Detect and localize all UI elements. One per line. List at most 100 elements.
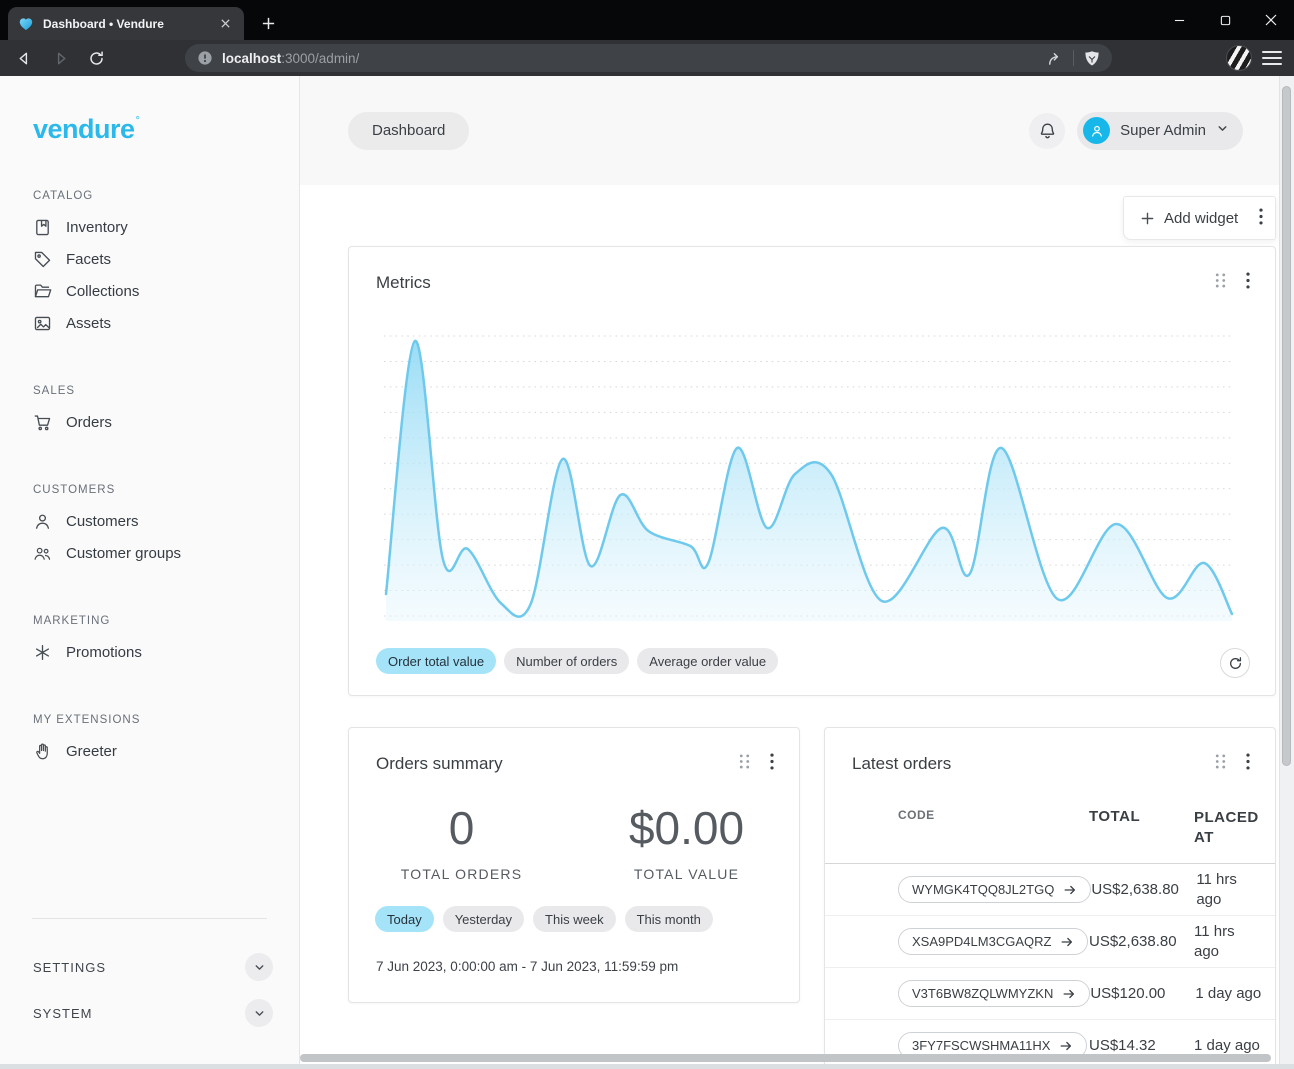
- widget-menu-kebab-icon[interactable]: [770, 753, 774, 775]
- window-bottom-edge: [0, 1064, 1294, 1069]
- add-widget-kebab-icon[interactable]: [1259, 208, 1263, 229]
- close-window-button[interactable]: [1248, 0, 1294, 40]
- filter-pill-order-total-value[interactable]: Order total value: [376, 648, 496, 674]
- date-range-text: 7 Jun 2023, 0:00:00 am - 7 Jun 2023, 11:…: [376, 959, 678, 974]
- sidebar-section-my-extensions: MY EXTENSIONS Greeter: [33, 714, 271, 767]
- drag-handle-icon[interactable]: [1214, 753, 1227, 775]
- widget-title: Orders summary: [376, 754, 738, 774]
- notifications-button[interactable]: [1029, 113, 1065, 149]
- user-name: Super Admin: [1120, 122, 1206, 139]
- site-info-icon[interactable]: [197, 50, 213, 66]
- sidebar-item-assets[interactable]: Assets: [33, 307, 271, 339]
- section-label: CUSTOMERS: [33, 484, 271, 496]
- sidebar-item-customer-groups[interactable]: Customer groups: [33, 537, 271, 569]
- order-link[interactable]: WYMGK4TQQ8JL2TGQ: [898, 876, 1091, 903]
- vertical-scrollbar-thumb[interactable]: [1282, 86, 1291, 766]
- sidebar-item-orders[interactable]: Orders: [33, 406, 271, 438]
- section-label: MY EXTENSIONS: [33, 714, 271, 726]
- orders-icon: [33, 413, 52, 432]
- chevron-down-icon: [1216, 122, 1229, 140]
- sidebar-section-catalog: CATALOG Inventory Facets Collections Ass…: [33, 190, 271, 339]
- browser-tab[interactable]: Dashboard • Vendure: [8, 7, 244, 40]
- widget-menu-kebab-icon[interactable]: [1246, 272, 1250, 294]
- customer-groups-icon: [33, 544, 52, 563]
- forward-button[interactable]: [44, 42, 76, 74]
- add-widget-button[interactable]: Add widget: [1123, 196, 1276, 240]
- sidebar-item-inventory[interactable]: Inventory: [33, 211, 271, 243]
- app-shell: vendure° CATALOG Inventory Facets Collec…: [0, 76, 1294, 1069]
- order-code: WYMGK4TQQ8JL2TGQ: [912, 882, 1054, 897]
- breadcrumb[interactable]: Dashboard: [348, 112, 469, 150]
- column-header-total: TOTAL: [1089, 808, 1194, 825]
- share-icon[interactable]: [1046, 50, 1063, 67]
- filter-pill-average-order-value[interactable]: Average order value: [637, 648, 778, 674]
- metrics-chart: [384, 331, 1234, 621]
- filter-pill-yesterday[interactable]: Yesterday: [443, 906, 524, 932]
- sidebar-item-label: Collections: [66, 283, 139, 300]
- horizontal-scrollbar-thumb[interactable]: [300, 1054, 1271, 1062]
- sidebar-section-marketing: MARKETING Promotions: [33, 615, 271, 668]
- tab-close-icon[interactable]: [216, 15, 234, 33]
- sidebar: vendure° CATALOG Inventory Facets Collec…: [0, 76, 300, 1069]
- filter-pill-today[interactable]: Today: [375, 906, 434, 932]
- chevron-down-icon[interactable]: [245, 953, 273, 981]
- sidebar-item-label: Facets: [66, 251, 111, 268]
- filter-pill-number-of-orders[interactable]: Number of orders: [504, 648, 629, 674]
- brave-shield-icon[interactable]: [1084, 50, 1100, 67]
- filter-pill-this-month[interactable]: This month: [625, 906, 713, 932]
- add-widget-label: Add widget: [1164, 210, 1238, 227]
- refresh-icon: [1228, 656, 1243, 671]
- vendure-logo[interactable]: vendure°: [33, 106, 271, 144]
- new-tab-button[interactable]: [254, 10, 282, 36]
- sidebar-section-customers: CUSTOMERS Customers Customer groups: [33, 484, 271, 569]
- order-total: US$2,638.80: [1091, 881, 1196, 898]
- sidebar-item-label: Orders: [66, 414, 112, 431]
- horizontal-scrollbar[interactable]: [300, 1052, 1279, 1064]
- browser-profile-avatar[interactable]: [1226, 45, 1252, 71]
- inventory-icon: [33, 218, 52, 237]
- refresh-button[interactable]: [1220, 648, 1250, 678]
- order-placed-at: 1 day ago: [1195, 984, 1275, 1004]
- sidebar-item-greeter[interactable]: Greeter: [33, 735, 271, 767]
- user-avatar: [1083, 117, 1110, 144]
- sidebar-item-label: Assets: [66, 315, 111, 332]
- sidebar-divider: [32, 918, 267, 919]
- sidebar-item-collections[interactable]: Collections: [33, 275, 271, 307]
- table-row: V3T6BW8ZQLWMYZKN US$120.00 1 day ago: [825, 968, 1275, 1020]
- sidebar-item-customers[interactable]: Customers: [33, 505, 271, 537]
- browser-menu-icon[interactable]: [1262, 47, 1282, 69]
- sidebar-item-promotions[interactable]: Promotions: [33, 636, 271, 668]
- url-host: localhost: [222, 51, 281, 66]
- stat-total-value: $0.00 TOTAL VALUE: [574, 803, 799, 882]
- order-total: US$120.00: [1090, 985, 1195, 1002]
- arrow-right-icon: [1063, 883, 1077, 897]
- main-content: Dashboard Super Admin: [300, 76, 1279, 1069]
- minimize-button[interactable]: [1156, 0, 1202, 40]
- stat-total-orders: 0 TOTAL ORDERS: [349, 803, 574, 882]
- widget-menu-kebab-icon[interactable]: [1246, 753, 1250, 775]
- sidebar-section-settings-toggle[interactable]: SETTINGS: [33, 944, 273, 990]
- sidebar-item-facets[interactable]: Facets: [33, 243, 271, 275]
- sidebar-item-label: Customer groups: [66, 545, 181, 562]
- user-menu[interactable]: Super Admin: [1077, 112, 1243, 150]
- url-bar[interactable]: localhost:3000/admin/: [185, 44, 1112, 72]
- customers-icon: [33, 512, 52, 531]
- order-link[interactable]: XSA9PD4LM3CGAQRZ: [898, 928, 1088, 955]
- metric-filter-pills: Order total value Number of orders Avera…: [376, 648, 778, 674]
- sidebar-section-system-toggle[interactable]: SYSTEM: [33, 990, 273, 1036]
- url-path: :3000/admin/: [281, 51, 359, 66]
- divider: [1073, 50, 1074, 66]
- sidebar-item-label: Customers: [66, 513, 139, 530]
- chevron-down-icon[interactable]: [245, 999, 273, 1027]
- drag-handle-icon[interactable]: [1214, 272, 1227, 294]
- section-label: SYSTEM: [33, 1006, 92, 1021]
- back-button[interactable]: [8, 42, 40, 74]
- drag-handle-icon[interactable]: [738, 753, 751, 775]
- maximize-button[interactable]: [1202, 0, 1248, 40]
- sidebar-item-label: Inventory: [66, 219, 128, 236]
- widget-title: Metrics: [376, 273, 1214, 293]
- filter-pill-this-week[interactable]: This week: [533, 906, 616, 932]
- order-link[interactable]: V3T6BW8ZQLWMYZKN: [898, 980, 1090, 1007]
- reload-button[interactable]: [80, 42, 112, 74]
- vertical-scrollbar[interactable]: [1279, 76, 1294, 1069]
